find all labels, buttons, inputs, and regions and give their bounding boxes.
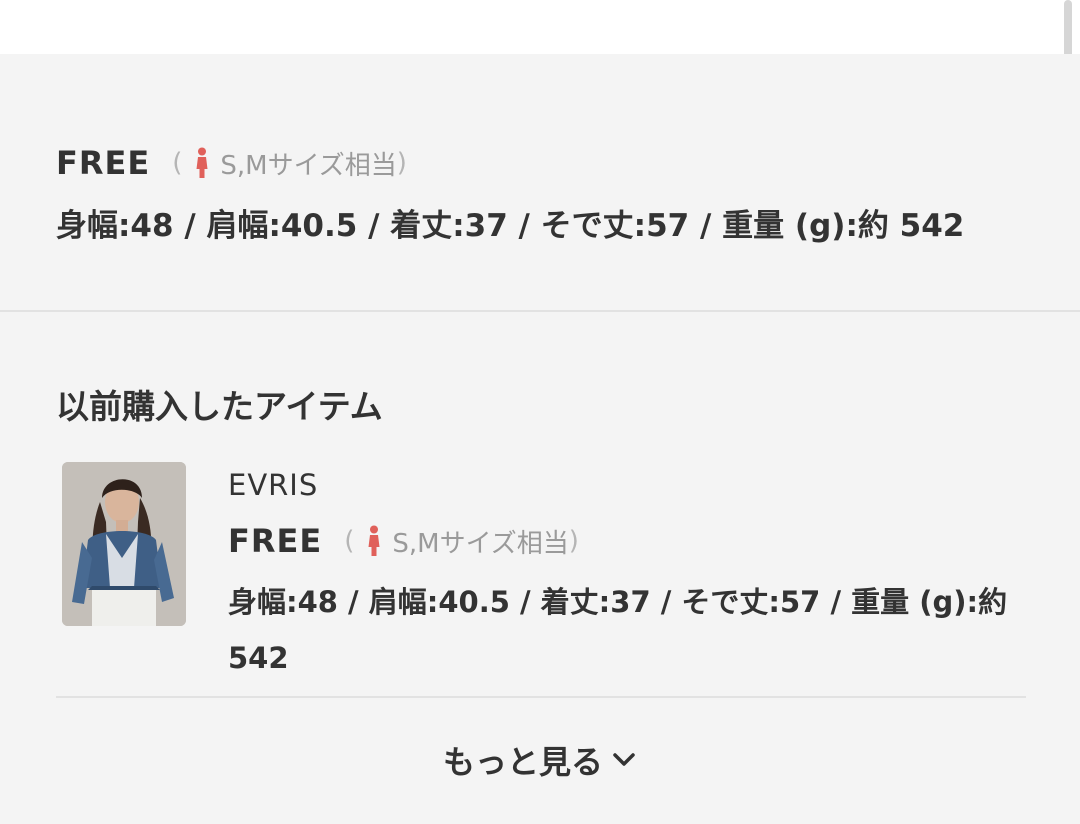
item-brand[interactable]: EVRIS xyxy=(228,464,1028,506)
size-measurements: 身幅:48 / 肩幅:40.5 / 着丈:37 / そで丈:57 / 重量 (g… xyxy=(56,208,965,244)
page: FREE ( S,Mサイズ相当 ) 身幅:48 / 肩幅:40.5 / 着丈:3… xyxy=(0,0,1080,824)
current-size-section: FREE ( S,Mサイズ相当 ) 身幅:48 / 肩幅:40.5 / 着丈:3… xyxy=(0,54,1080,312)
top-bar xyxy=(0,0,1080,54)
show-more-button[interactable]: もっと見る xyxy=(0,730,1080,790)
item-measurements: 身幅:48 / 肩幅:40.5 / 着丈:37 / そで丈:57 / 重量 (g… xyxy=(228,585,1008,675)
size-fit-text: S,Mサイズ相当 xyxy=(220,150,397,181)
size-line: FREE ( S,Mサイズ相当 ) xyxy=(56,144,407,182)
show-more-label: もっと見る xyxy=(442,743,603,781)
size-fit-note: ( S,Mサイズ相当 ) xyxy=(172,145,407,182)
person-female-icon xyxy=(368,525,380,556)
item-info: EVRIS FREE ( S,Mサイズ相当 ) 身幅:48 / 肩幅:40.5 … xyxy=(228,464,1028,686)
item-size-line: FREE ( S,Mサイズ相当 ) xyxy=(228,520,1028,562)
item-size-fit-text: S,Mサイズ相当 xyxy=(392,528,569,559)
history-title: 以前購入したアイテム xyxy=(56,387,383,426)
chevron-down-icon xyxy=(613,753,635,766)
size-name: FREE xyxy=(56,144,151,182)
person-female-icon xyxy=(196,147,208,178)
product-photo xyxy=(62,462,186,626)
item-size-name: FREE xyxy=(228,522,323,560)
item-size-fit-note: ( S,Mサイズ相当 ) xyxy=(344,523,579,560)
paren-close: ) xyxy=(396,148,407,178)
item-thumbnail[interactable] xyxy=(62,462,186,626)
paren-open: ( xyxy=(172,148,183,178)
paren-open: ( xyxy=(344,526,355,556)
divider xyxy=(56,696,1026,698)
purchase-history-section: 以前購入したアイテム EVRIS FREE (S,Mサイズ相当) 身幅:48… xyxy=(0,312,1080,824)
paren-close: ) xyxy=(568,526,579,556)
